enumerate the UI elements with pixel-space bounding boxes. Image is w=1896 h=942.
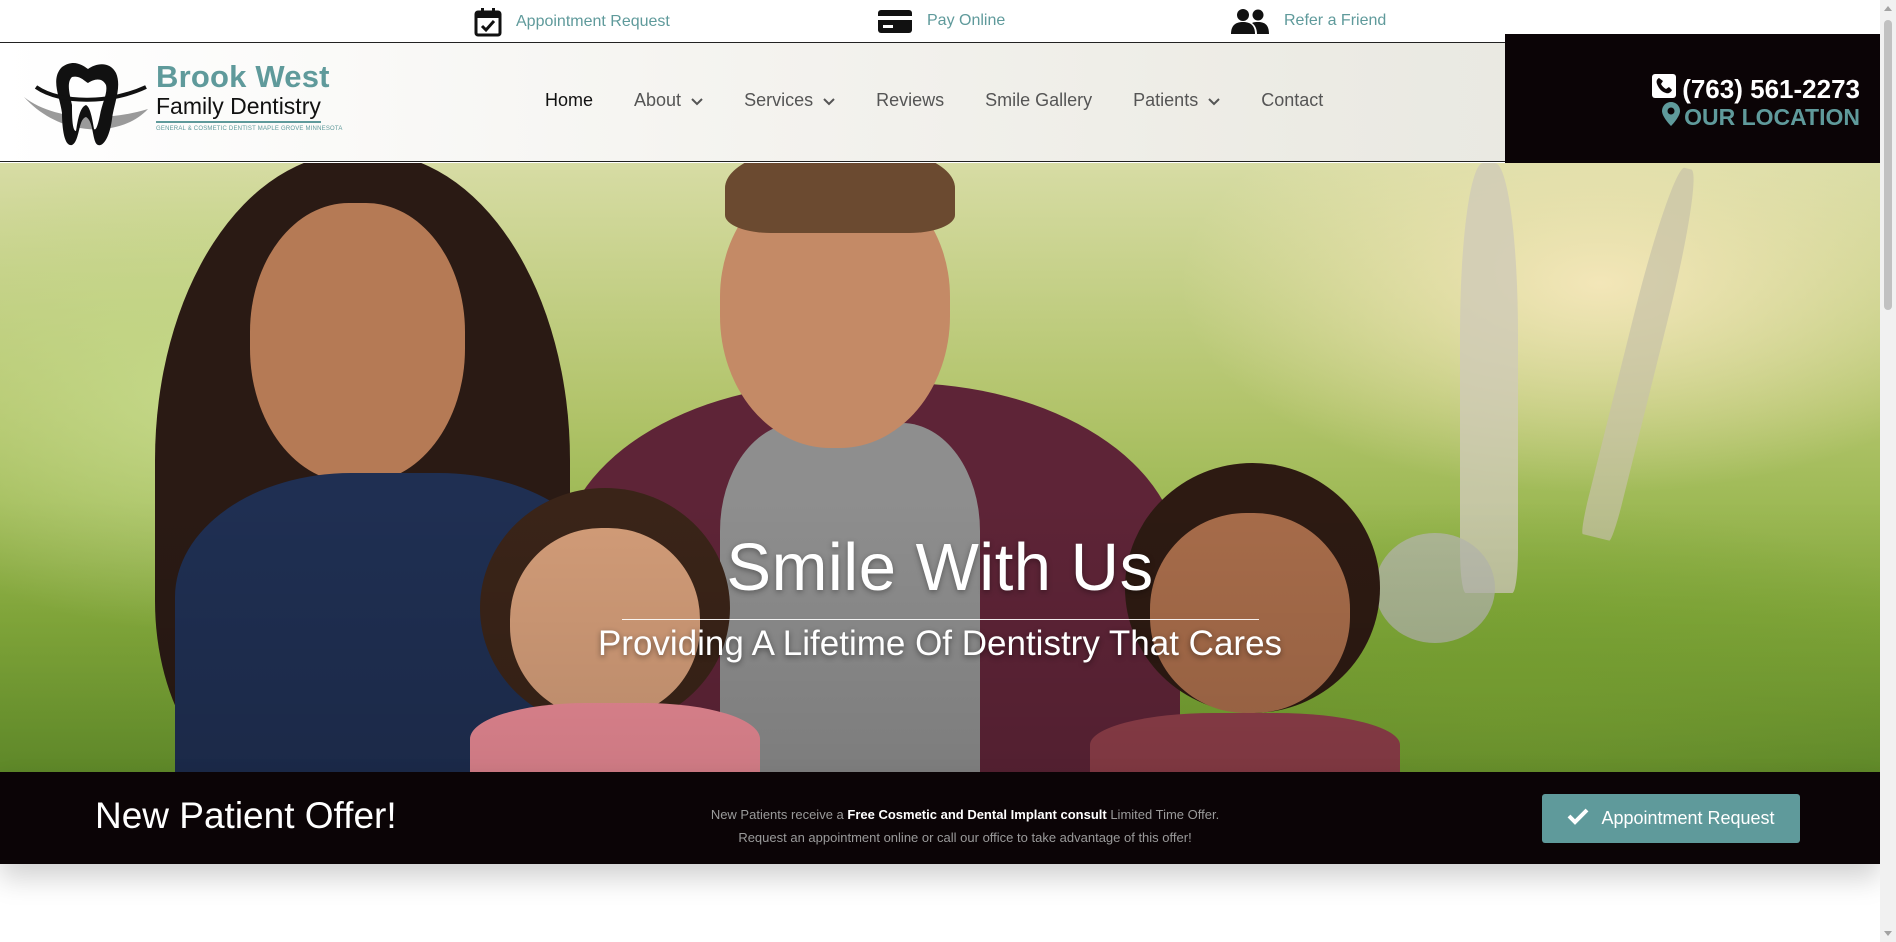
nav-item-about[interactable]: About: [634, 90, 703, 111]
chevron-down-icon: [691, 90, 703, 111]
phone-number: (763) 561-2273: [1682, 74, 1860, 104]
nav-item-contact[interactable]: Contact: [1261, 90, 1323, 111]
check-icon: [1567, 807, 1601, 830]
nav-item-home[interactable]: Home: [545, 90, 593, 111]
contact-box: (763) 561-2273 OUR LOCATION: [1505, 34, 1880, 171]
new-patient-offer-band: New Patient Offer! New Patients receive …: [0, 772, 1880, 864]
hero-divider: [622, 619, 1259, 620]
nav-item-services[interactable]: Services: [744, 90, 835, 111]
chevron-down-icon: [1208, 90, 1220, 111]
nav-item-reviews[interactable]: Reviews: [876, 90, 944, 111]
location-label: OUR LOCATION: [1684, 103, 1860, 130]
pay-online-label: Pay Online: [927, 12, 1006, 29]
nav-item-label: Home: [545, 90, 594, 110]
calendar-check-icon: [474, 7, 502, 37]
appointment-request-label: Appointment Request: [516, 13, 670, 30]
appointment-request-button[interactable]: Appointment Request: [1542, 794, 1800, 843]
location-link[interactable]: OUR LOCATION: [1662, 102, 1860, 132]
logo-title: Brook West: [156, 59, 330, 94]
offer-line-2: Request an appointment online or call ou…: [738, 830, 1192, 845]
brand-logo[interactable]: Brook West Family Dentistry GENERAL & CO…: [22, 57, 342, 149]
scroll-down-arrow-icon[interactable]: [1884, 931, 1892, 936]
page: Appointment Request Pay Online Refer a F…: [0, 0, 1896, 942]
phone-icon: [1652, 74, 1682, 105]
hero-section: Smile With Us Providing A Lifetime Of De…: [0, 163, 1880, 772]
credit-card-icon: [877, 7, 913, 35]
offer-title: New Patient Offer!: [95, 795, 397, 836]
hero-overlay: [0, 163, 1880, 772]
offer-description: New Patients receive a Free Cosmetic and…: [640, 803, 1290, 849]
tooth-logo-icon: [22, 57, 154, 149]
refer-a-friend-label: Refer a Friend: [1284, 12, 1387, 29]
hero-subtitle: Providing A Lifetime Of Dentistry That C…: [597, 624, 1283, 663]
users-icon: [1230, 7, 1270, 35]
appointment-request-link[interactable]: Appointment Request: [474, 7, 670, 37]
nav-item-label: About: [634, 90, 682, 110]
nav-item-label: Reviews: [876, 90, 945, 110]
vertical-scrollbar[interactable]: [1880, 0, 1896, 942]
logo-tagline: GENERAL & COSMETIC DENTIST MAPLE GROVE M…: [156, 126, 343, 132]
nav-item-label: Smile Gallery: [985, 90, 1093, 110]
refer-a-friend-link[interactable]: Refer a Friend: [1230, 7, 1386, 35]
chevron-down-icon: [823, 90, 835, 111]
scroll-up-arrow-icon[interactable]: [1884, 6, 1892, 11]
appointment-request-button-label: Appointment Request: [1601, 808, 1775, 828]
map-pin-icon: [1662, 102, 1684, 132]
hero-title: Smile With Us: [726, 530, 1154, 605]
phone-link[interactable]: (763) 561-2273: [1652, 74, 1860, 105]
pay-online-link[interactable]: Pay Online: [877, 7, 1005, 35]
offer-line-1: New Patients receive a Free Cosmetic and…: [710, 807, 1220, 822]
scrollbar-thumb[interactable]: [1884, 20, 1892, 310]
nav-item-patients[interactable]: Patients: [1133, 90, 1220, 111]
nav-item-label: Patients: [1133, 90, 1199, 110]
main-nav: Home About Services Reviews Smile Galler…: [545, 90, 1364, 111]
offer-highlight: Free Cosmetic and Dental Implant consult: [847, 807, 1107, 822]
logo-subtitle: Family Dentistry: [156, 93, 321, 123]
nav-item-label: Services: [744, 90, 814, 110]
nav-item-label: Contact: [1261, 90, 1324, 110]
nav-item-smile-gallery[interactable]: Smile Gallery: [985, 90, 1092, 111]
